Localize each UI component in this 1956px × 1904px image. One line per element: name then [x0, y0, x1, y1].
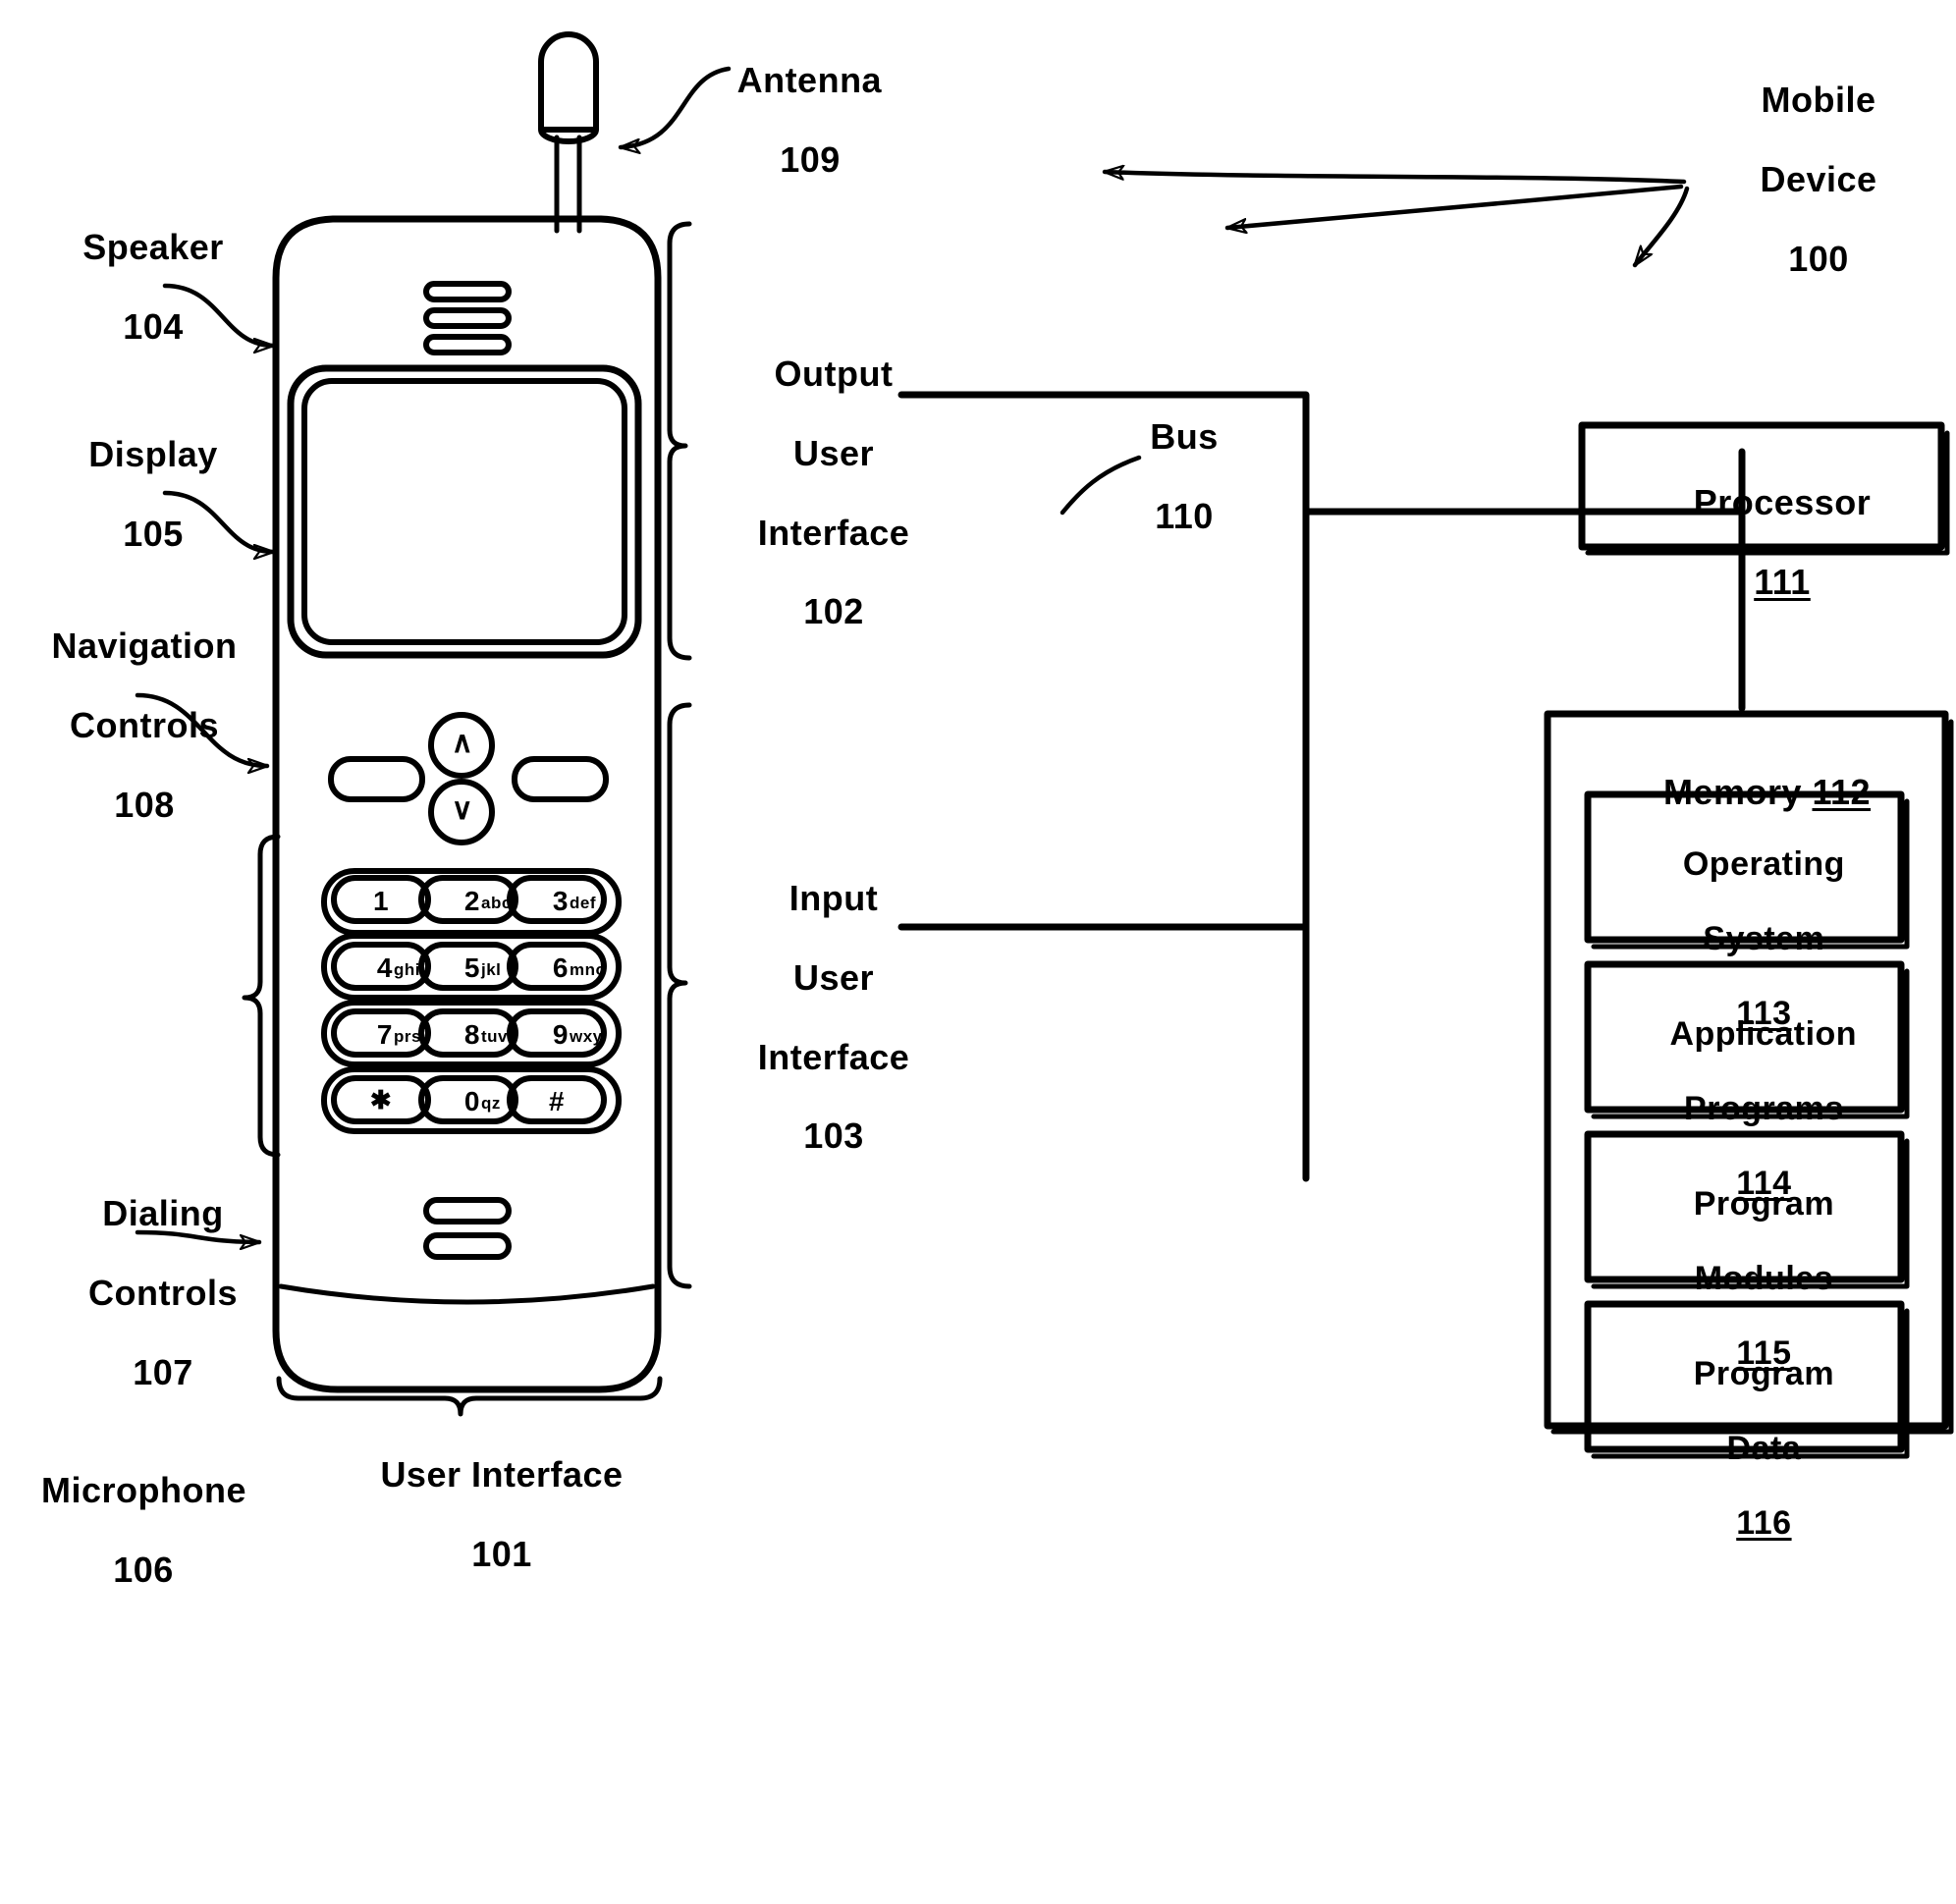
label-antenna: Antenna 109 [681, 22, 897, 220]
processor-box-label: Processor 111 [1582, 444, 1941, 642]
label-microphone-ref: 106 [113, 1549, 174, 1590]
label-mobile-device-l1: Mobile [1761, 80, 1876, 121]
label-input-ui-l1: Input [788, 878, 879, 919]
label-bus-name: Bus [1150, 416, 1219, 458]
label-user-interface-ref: 101 [471, 1533, 532, 1574]
label-display: Display 105 [20, 396, 245, 594]
brace-output-ui [667, 221, 692, 661]
label-dialing-l1: Dialing [102, 1193, 224, 1234]
label-dialing-l2: Controls [88, 1272, 238, 1313]
label-navigation-controls: Navigation Controls 108 [6, 587, 242, 864]
label-bus: Bus 110 [1080, 378, 1247, 576]
processor-ref: 111 [1754, 561, 1811, 602]
label-user-interface: User Interface 101 [324, 1416, 638, 1614]
softkey-left [328, 756, 425, 802]
label-speaker: Speaker 104 [20, 189, 245, 387]
microphone-grille [423, 1197, 512, 1260]
label-speaker-ref: 104 [123, 305, 184, 347]
softkey-right [512, 756, 609, 802]
brace-user-interface [276, 1376, 663, 1417]
keypad-linework [321, 868, 622, 1134]
label-bus-ref: 110 [1155, 495, 1214, 536]
label-mobile-device: Mobile Device 100 [1685, 41, 1911, 318]
display-screen [287, 364, 642, 659]
label-output-ui-l1: Output [774, 354, 894, 395]
label-output-ui-l3: Interface [757, 512, 910, 553]
label-navigation-l1: Navigation [51, 626, 238, 667]
figure-canvas: ∧ ∨ 1 2 abc 3 def 4 ghi 5 jkl 6 mno 7 pr… [0, 0, 1956, 1904]
label-antenna-ref: 109 [780, 138, 841, 180]
speaker-grille [423, 281, 512, 355]
label-output-ui-ref: 102 [803, 591, 864, 632]
phone-body-outline [272, 215, 662, 1393]
label-navigation-l2: Controls [70, 704, 219, 745]
antenna-shape [538, 31, 599, 234]
label-display-ref: 105 [123, 513, 184, 554]
program-data-l1: Program [1693, 1355, 1835, 1393]
operating-system-l2: System [1703, 920, 1825, 958]
label-output-user-interface: Output User Interface 102 [705, 315, 921, 672]
label-input-ui-ref: 103 [803, 1115, 864, 1157]
label-microphone: Microphone 106 [0, 1432, 247, 1630]
leader-mobile-device-3 [1635, 186, 1690, 265]
label-mobile-device-ref: 100 [1788, 238, 1849, 279]
label-input-user-interface: Input User Interface 103 [705, 840, 921, 1196]
processor-label: Processor [1693, 482, 1872, 523]
nav-down-circle [428, 779, 495, 845]
program-data-l2: Data [1726, 1430, 1802, 1468]
leader-mobile-device-2 [1227, 184, 1684, 228]
label-navigation-ref: 108 [114, 784, 175, 825]
label-user-interface-name: User Interface [380, 1454, 624, 1496]
application-programs-l1: Application [1669, 1015, 1858, 1054]
label-input-ui-l2: User [792, 956, 875, 998]
brace-input-ui [667, 702, 692, 1289]
program-modules-l1: Program [1693, 1185, 1835, 1224]
label-mobile-device-l2: Device [1760, 158, 1877, 199]
application-programs-l2: Programs [1684, 1090, 1844, 1128]
label-output-ui-l2: User [792, 432, 875, 473]
memory-ref: 112 [1812, 772, 1872, 813]
memory-child-program-data: Program Data 116 [1588, 1318, 1901, 1580]
program-modules-l2: Modules [1694, 1260, 1834, 1298]
program-data-ref: 116 [1736, 1504, 1792, 1543]
label-speaker-name: Speaker [82, 227, 224, 268]
label-input-ui-l3: Interface [757, 1036, 910, 1077]
leader-mobile-device-1 [1105, 172, 1687, 185]
operating-system-l1: Operating [1682, 845, 1845, 884]
label-microphone-name: Microphone [41, 1470, 247, 1511]
label-dialing-ref: 107 [133, 1351, 193, 1392]
label-antenna-name: Antenna [736, 60, 883, 101]
memory-label: Memory [1662, 772, 1802, 813]
label-display-name: Display [88, 434, 218, 475]
label-dialing-controls: Dialing Controls 107 [29, 1155, 255, 1432]
nav-up-circle [428, 712, 495, 779]
